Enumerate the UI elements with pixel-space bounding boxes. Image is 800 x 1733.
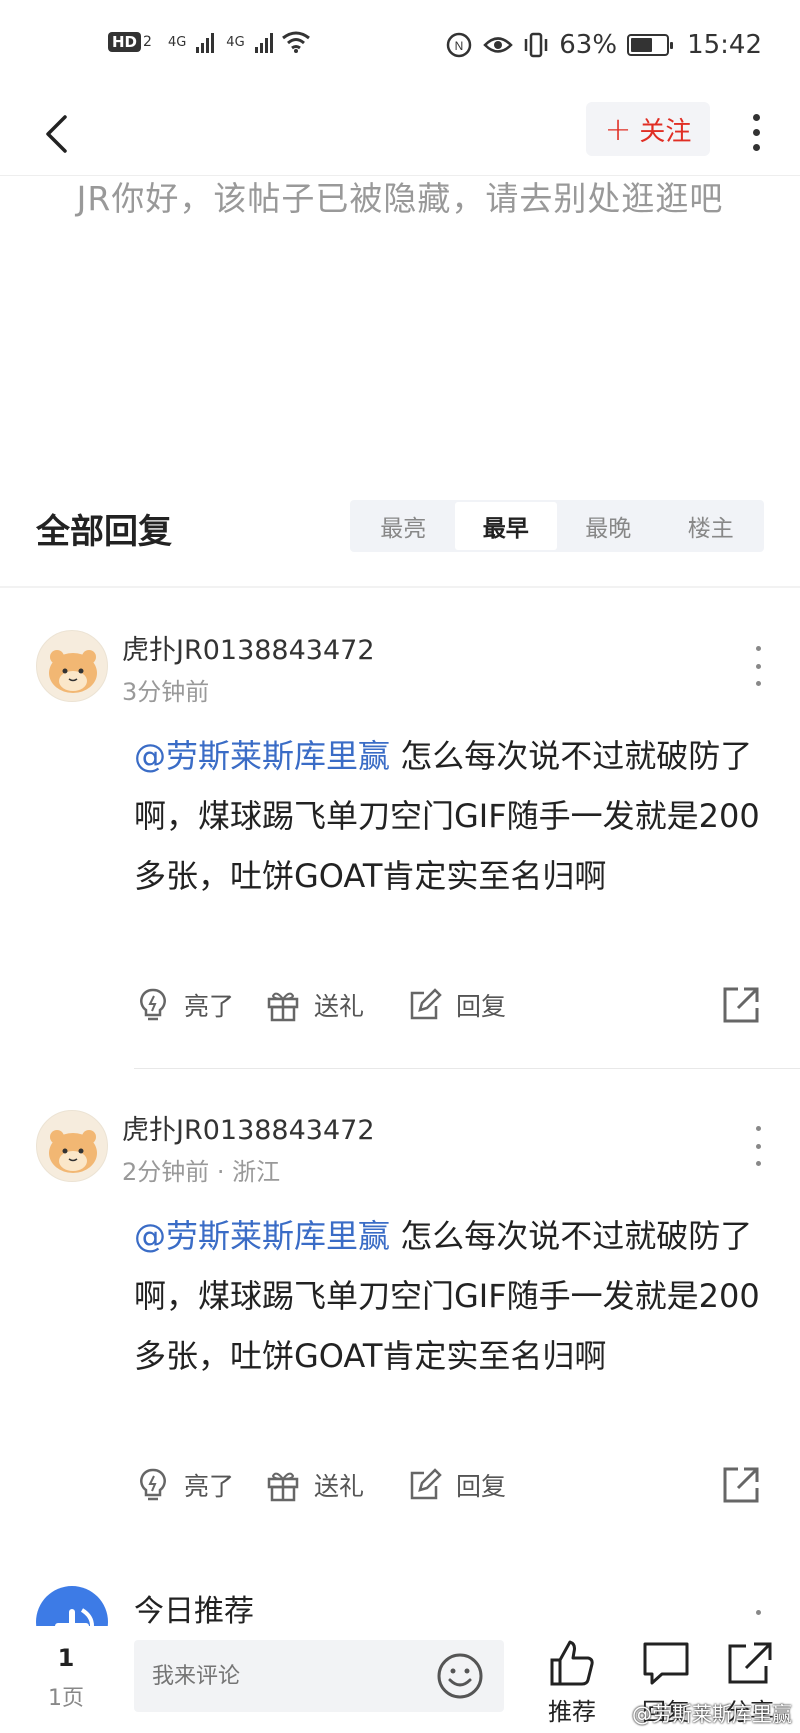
gift-icon: [267, 1472, 299, 1502]
edit-icon: [410, 1468, 442, 1500]
nfc-icon: N: [447, 32, 472, 58]
mention-link[interactable]: @劳斯莱斯库里赢: [134, 1217, 390, 1255]
like-button[interactable]: 亮了: [134, 1460, 234, 1510]
svg-text:N: N: [455, 39, 464, 53]
username[interactable]: 虎扑JR0138843472: [122, 628, 375, 667]
section-divider: [0, 586, 800, 588]
gift-button[interactable]: 送礼: [264, 1460, 364, 1510]
comment-actions: 亮了 送礼 回复: [134, 1460, 774, 1510]
like-label: 亮了: [184, 992, 235, 1021]
recommend-button[interactable]: 推荐: [532, 1638, 612, 1727]
comment-bubble-icon: [643, 1642, 689, 1685]
tab-earliest[interactable]: 最早: [454, 502, 557, 550]
dot-icon: [752, 143, 760, 151]
share-icon: [728, 1642, 772, 1684]
battery-icon: [627, 34, 674, 56]
dot-icon: [755, 1126, 761, 1131]
comment-more-button[interactable]: [748, 1126, 768, 1166]
back-button[interactable]: [28, 104, 84, 164]
dot-icon: [755, 1610, 761, 1615]
battery-percent: 63%: [559, 30, 618, 60]
signal-4g-label-1: 4G: [167, 34, 187, 50]
lightbulb-icon: [140, 988, 166, 1021]
dot-icon: [755, 681, 761, 686]
lightbulb-icon: [140, 1468, 166, 1501]
reply-label: 回复: [456, 992, 507, 1021]
comment-more-button[interactable]: [748, 646, 768, 686]
replies-header: 全部回复 最亮 最早 最晚 楼主: [0, 490, 800, 570]
nav-bar: + 关注: [0, 96, 800, 176]
dot-icon: [755, 1143, 761, 1149]
clock: 15:42: [687, 30, 762, 60]
like-label: 亮了: [184, 1472, 235, 1501]
signal-icon-2: [254, 31, 273, 53]
hd-sub: 2: [143, 34, 152, 50]
chevron-left-icon: [46, 115, 67, 153]
reply-button[interactable]: 回复: [406, 980, 506, 1030]
replies-title: 全部回复: [36, 512, 172, 552]
follow-button[interactable]: + 关注: [586, 102, 710, 156]
hd-badge: HD: [108, 32, 142, 52]
reply-label: 回复: [456, 1472, 507, 1501]
plus-icon: +: [604, 110, 632, 148]
gift-label: 送礼: [314, 992, 365, 1021]
like-button[interactable]: 亮了: [134, 980, 234, 1030]
share-icon[interactable]: [720, 984, 762, 1026]
avatar[interactable]: [36, 630, 108, 702]
gift-icon: [267, 992, 299, 1022]
hamster-avatar-icon: [49, 650, 97, 693]
hamster-avatar-icon: [49, 1130, 97, 1173]
username[interactable]: 虎扑JR0138843472: [122, 1108, 375, 1147]
watermark: @劳斯莱斯库里赢: [632, 1702, 792, 1726]
dot-icon: [752, 128, 760, 136]
page-indicator[interactable]: 1 1页: [30, 1644, 102, 1712]
tab-brightest[interactable]: 最亮: [352, 502, 455, 550]
status-left: HD 2 4G 4G: [108, 30, 311, 54]
comment-meta: 3分钟前: [122, 678, 210, 706]
dot-icon: [755, 1161, 761, 1166]
gift-button[interactable]: 送礼: [264, 980, 364, 1030]
thumbs-up-icon: [550, 1640, 594, 1686]
eye-icon: [483, 37, 514, 53]
vibrate-icon: [525, 32, 548, 58]
status-bar: HD 2 4G 4G N 63% 15:42: [0, 0, 800, 96]
signal-4g-label-2: 4G: [226, 34, 245, 50]
mention-link[interactable]: @劳斯莱斯库里赢: [134, 737, 390, 775]
comment-meta: 2分钟前 · 浙江: [122, 1158, 281, 1186]
follow-label: 关注: [639, 116, 692, 147]
tab-latest[interactable]: 最晚: [557, 502, 660, 550]
reply-button[interactable]: 回复: [406, 1460, 506, 1510]
comment-body: @劳斯莱斯库里赢 怎么每次说不过就破防了啊，煤球踢飞单刀空门GIF随手一发就是2…: [134, 1206, 774, 1386]
page-label: 1页: [48, 1686, 84, 1711]
share-icon[interactable]: [720, 1464, 762, 1506]
avatar[interactable]: [36, 1110, 108, 1182]
dot-icon: [752, 113, 760, 121]
tab-op-only[interactable]: 楼主: [660, 502, 763, 550]
comment-body: @劳斯莱斯库里赢 怎么每次说不过就破防了啊，煤球踢飞单刀空门GIF随手一发就是2…: [134, 726, 774, 906]
sort-tabs: 最亮 最早 最晚 楼主: [350, 500, 764, 552]
gift-label: 送礼: [314, 1472, 365, 1501]
dot-icon: [755, 646, 761, 651]
wifi-icon: [281, 31, 310, 53]
hidden-post-notice: JR你好，该帖子已被隐藏，请去别处逛逛吧: [76, 179, 724, 218]
status-right: N 63% 15:42: [445, 30, 762, 60]
comment-divider: [134, 1068, 800, 1069]
dot-icon: [755, 663, 761, 669]
recommend-title: 今日推荐: [134, 1594, 254, 1629]
emoji-icon[interactable]: [434, 1650, 486, 1702]
more-options-button[interactable]: [738, 104, 774, 160]
recommend-label: 推荐: [548, 1698, 596, 1726]
page-number: 1: [57, 1644, 75, 1672]
signal-icon: [196, 31, 215, 53]
comment-actions: 亮了 送礼 回复: [134, 980, 774, 1030]
edit-icon: [410, 988, 442, 1020]
